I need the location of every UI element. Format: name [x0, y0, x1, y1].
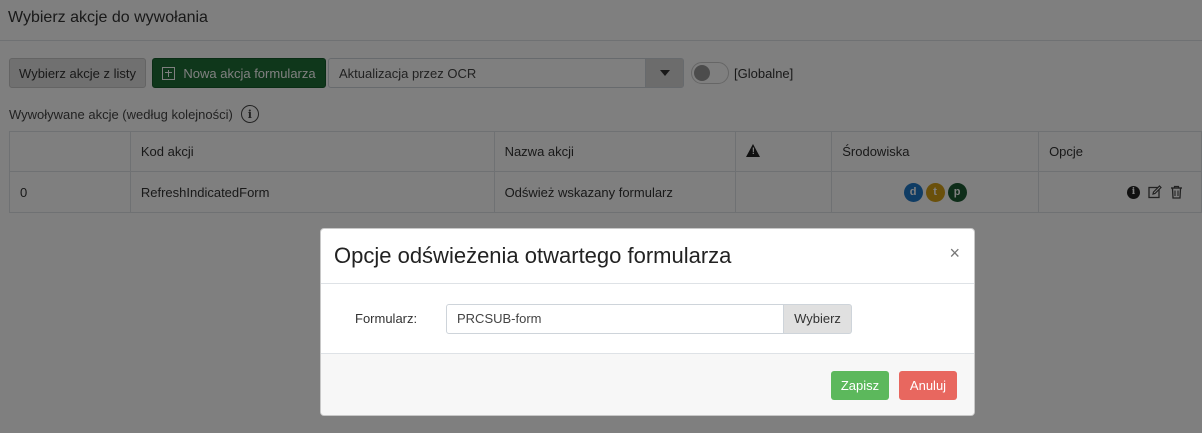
refresh-form-options-dialog: Opcje odświeżenia otwartego formularza ×… — [320, 228, 975, 416]
dialog-footer: Zapisz Anuluj — [321, 354, 974, 415]
dialog-header: Opcje odświeżenia otwartego formularza × — [321, 229, 974, 284]
form-field-label: Formularz: — [355, 311, 418, 326]
dialog-title: Opcje odświeżenia otwartego formularza — [334, 243, 732, 268]
dialog-body: Formularz: Wybierz — [321, 284, 974, 354]
cancel-button[interactable]: Anuluj — [899, 370, 957, 400]
close-icon[interactable]: × — [949, 243, 960, 264]
form-input[interactable] — [446, 303, 784, 334]
save-button[interactable]: Zapisz — [831, 370, 889, 400]
pick-form-button[interactable]: Wybierz — [784, 303, 852, 334]
